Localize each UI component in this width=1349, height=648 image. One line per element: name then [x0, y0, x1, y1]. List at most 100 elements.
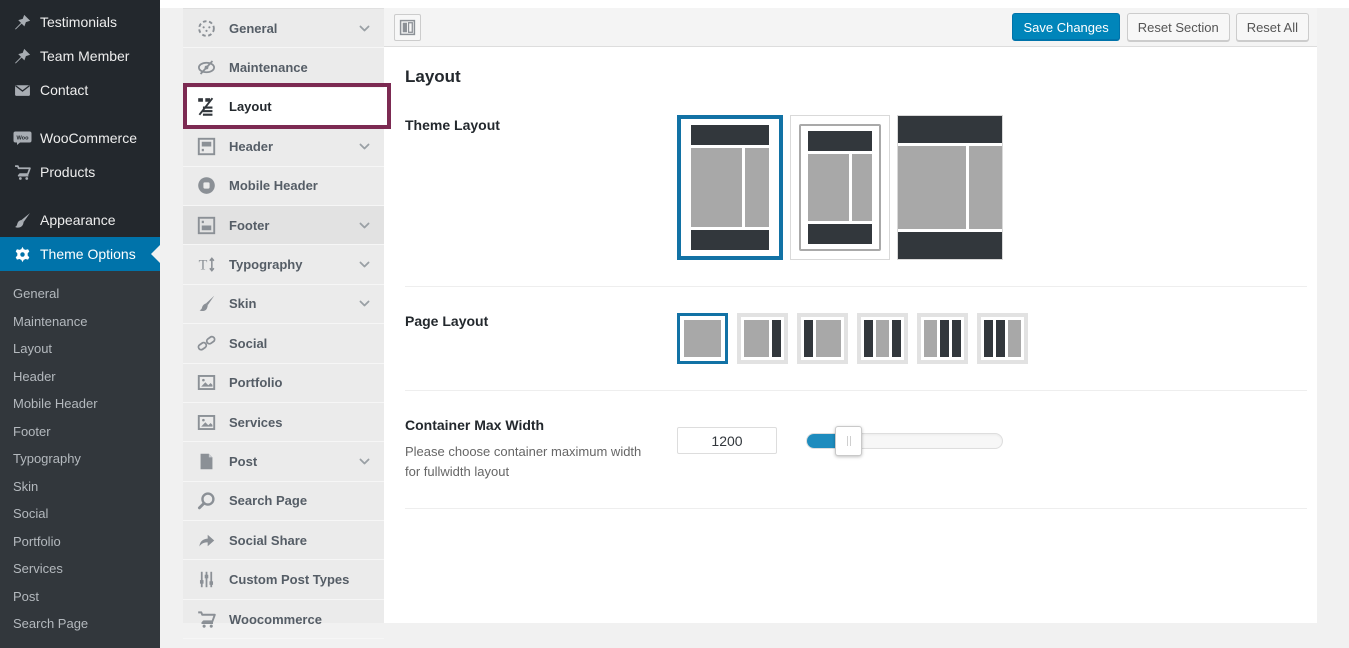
admin-sidebar: Testimonials Team Member Contact Woo Woo… — [0, 0, 160, 623]
sidebar-item-label: Contact — [40, 82, 88, 98]
content-toolbar: Save Changes Reset Section Reset All — [384, 8, 1317, 47]
page-layout-option-both-sidebars[interactable] — [857, 313, 908, 364]
theme-layout-options — [677, 115, 1307, 260]
chevron-down-icon — [358, 297, 371, 310]
sidebar-item-label: Theme Options — [40, 246, 136, 262]
container-max-width-section: Container Max Width Please choose contai… — [405, 415, 1307, 509]
submenu-item-mobile-header[interactable]: Mobile Header — [0, 390, 160, 418]
submenu-item-post[interactable]: Post — [0, 583, 160, 611]
sidebar-item-theme-options[interactable]: Theme Options — [0, 237, 160, 271]
thumb-content-area — [808, 154, 849, 221]
sidebar-item-label: Products — [40, 164, 95, 180]
hidden-eye-icon — [196, 58, 216, 78]
page-layout-option-double-right-sidebar[interactable] — [917, 313, 968, 364]
submenu-item-layout[interactable]: Layout — [0, 335, 160, 363]
sidebar-item-woocommerce[interactable]: Woo WooCommerce — [0, 121, 160, 155]
sliders-icon — [196, 570, 216, 590]
page-layout-option-fullwidth[interactable] — [677, 313, 728, 364]
tab-portfolio[interactable]: Portfolio — [183, 364, 384, 403]
screen: Testimonials Team Member Contact Woo Woo… — [0, 0, 1349, 623]
submenu-item-general[interactable]: General — [0, 280, 160, 308]
tab-social[interactable]: Social — [183, 324, 384, 363]
save-changes-button[interactable]: Save Changes — [1012, 13, 1119, 41]
submenu-item-footer[interactable]: Footer — [0, 418, 160, 446]
submenu-item-search-page[interactable]: Search Page — [0, 610, 160, 638]
sidebar-item-label: Testimonials — [40, 14, 117, 30]
tab-label: Social — [229, 336, 267, 351]
submenu-item-header[interactable]: Header — [0, 363, 160, 391]
submenu-item-maintenance[interactable]: Maintenance — [0, 308, 160, 336]
slider-handle[interactable] — [835, 426, 862, 456]
image-icon — [196, 373, 216, 393]
submenu-item-typography[interactable]: Typography — [0, 445, 160, 473]
container-max-width-slider[interactable] — [806, 433, 1003, 449]
search-icon — [196, 491, 216, 511]
tab-label: Custom Post Types — [229, 572, 349, 587]
mobile-header-icon — [196, 176, 216, 196]
svg-text:T: T — [198, 257, 207, 273]
panel-layout-icon — [399, 19, 416, 36]
tab-services[interactable]: Services — [183, 403, 384, 442]
thumb-footer-bar — [691, 230, 769, 250]
reset-section-button[interactable]: Reset Section — [1127, 13, 1230, 41]
submenu-item-social[interactable]: Social — [0, 500, 160, 528]
tab-mobile-header[interactable]: Mobile Header — [183, 167, 384, 206]
theme-layout-option-boxed[interactable] — [790, 115, 890, 260]
tab-social-share[interactable]: Social Share — [183, 521, 384, 560]
page-layout-option-right-sidebar[interactable] — [737, 313, 788, 364]
theme-layout-option-fullwidth[interactable] — [897, 115, 1003, 260]
panel-toggle-button[interactable] — [394, 14, 421, 41]
tab-label: General — [229, 21, 277, 36]
sidebar-item-products[interactable]: Products — [0, 155, 160, 189]
cart-icon — [12, 162, 32, 182]
thumb-footer-bar — [808, 224, 872, 244]
submenu-item-skin[interactable]: Skin — [0, 473, 160, 501]
theme-layout-label: Theme Layout — [405, 117, 677, 133]
thumb-sidebar-area — [745, 148, 769, 227]
image-icon — [196, 412, 216, 432]
submenu-item-services[interactable]: Services — [0, 555, 160, 583]
tab-maintenance[interactable]: Maintenance — [183, 48, 384, 87]
page-layout-option-double-left-sidebar[interactable] — [977, 313, 1028, 364]
sidebar-item-appearance[interactable]: Appearance — [0, 203, 160, 237]
tab-label: Post — [229, 454, 257, 469]
tab-general[interactable]: General — [183, 9, 384, 48]
thumb-content-area — [898, 146, 966, 229]
dashboard-icon — [196, 18, 216, 38]
tab-footer[interactable]: Footer — [183, 206, 384, 245]
layout-icon — [196, 97, 216, 117]
container-max-width-label: Container Max Width — [405, 417, 677, 433]
thumb-content-area — [691, 148, 742, 227]
tab-label: Portfolio — [229, 375, 282, 390]
tab-skin[interactable]: Skin — [183, 285, 384, 324]
submenu-item-portfolio[interactable]: Portfolio — [0, 528, 160, 556]
sidebar-item-testimonials[interactable]: Testimonials — [0, 5, 160, 39]
tab-layout[interactable]: Layout — [183, 88, 384, 127]
thumb-footer-bar — [898, 232, 1002, 259]
theme-layout-option-wide[interactable] — [677, 115, 783, 260]
tab-label: Search Page — [229, 493, 307, 508]
sidebar-item-contact[interactable]: Contact — [0, 73, 160, 107]
page-layout-label: Page Layout — [405, 313, 677, 329]
skin-brush-icon — [196, 294, 216, 314]
tab-label: Mobile Header — [229, 178, 318, 193]
page-title: Layout — [405, 67, 1307, 87]
tab-typography[interactable]: T Typography — [183, 245, 384, 284]
share-icon — [196, 530, 216, 550]
page-layout-option-left-sidebar[interactable] — [797, 313, 848, 364]
tab-label: Services — [229, 415, 283, 430]
tab-woocommerce[interactable]: Woocommerce — [183, 600, 384, 639]
tab-label: Header — [229, 139, 273, 154]
tab-custom-post-types[interactable]: Custom Post Types — [183, 560, 384, 599]
chevron-down-icon — [358, 140, 371, 153]
gear-icon — [12, 244, 32, 264]
sidebar-item-label: Team Member — [40, 48, 129, 64]
sidebar-item-team-member[interactable]: Team Member — [0, 39, 160, 73]
container-max-width-input[interactable] — [677, 427, 777, 454]
tab-label: Layout — [229, 99, 272, 114]
tab-search-page[interactable]: Search Page — [183, 482, 384, 521]
sidebar-item-label: Appearance — [40, 212, 116, 228]
reset-all-button[interactable]: Reset All — [1236, 13, 1309, 41]
tab-header[interactable]: Header — [183, 127, 384, 166]
tab-post[interactable]: Post — [183, 442, 384, 481]
